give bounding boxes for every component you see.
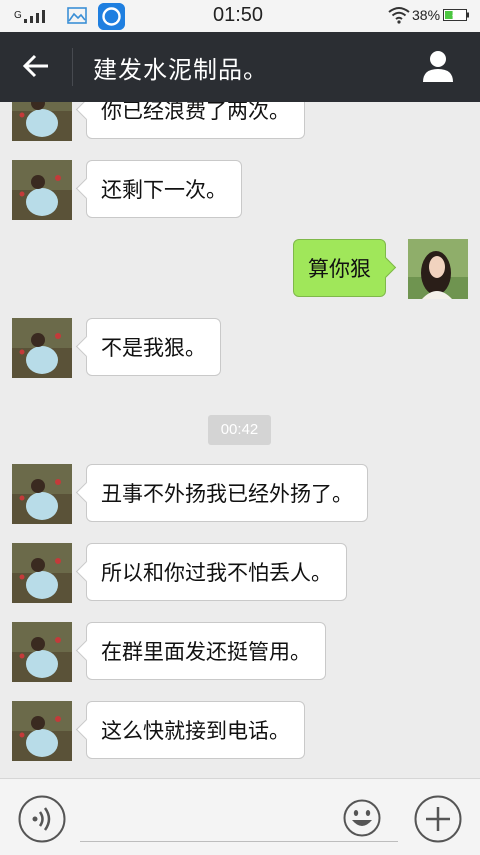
- battery-percent: 38%: [412, 7, 441, 23]
- contact-avatar[interactable]: [12, 543, 72, 603]
- plus-icon[interactable]: [414, 795, 462, 843]
- chat-title: 建发水泥制品。: [93, 56, 268, 84]
- app-notification-icon: [98, 3, 125, 30]
- message-bubble-incoming[interactable]: 在群里面发还挺管用。: [86, 622, 326, 680]
- my-avatar[interactable]: [408, 239, 468, 299]
- contact-avatar[interactable]: [12, 464, 72, 524]
- contact-avatar[interactable]: [12, 102, 72, 141]
- message-bubble-outgoing[interactable]: 算你狠: [293, 239, 386, 297]
- message-bubble-incoming[interactable]: 这么快就接到电话。: [86, 701, 305, 759]
- back-arrow-icon[interactable]: [22, 52, 50, 80]
- voice-icon[interactable]: [18, 795, 66, 843]
- wifi-icon: [388, 7, 410, 24]
- gallery-notification-icon: [67, 7, 87, 24]
- network-type-label: G: [14, 10, 22, 21]
- chat-header: 建发水泥制品。: [0, 32, 480, 102]
- message-timestamp: 00:42: [208, 415, 271, 445]
- contact-avatar[interactable]: [12, 622, 72, 682]
- status-bar: G 01:50 38%: [0, 0, 480, 32]
- message-bubble-incoming[interactable]: 所以和你过我不怕丢人。: [86, 543, 347, 601]
- contact-avatar[interactable]: [12, 701, 72, 761]
- message-bubble-incoming[interactable]: 不是我狠。: [86, 318, 221, 376]
- signal-bars-icon: [24, 10, 45, 23]
- contact-avatar[interactable]: [12, 160, 72, 220]
- profile-icon[interactable]: [420, 48, 456, 84]
- input-bar: [0, 778, 480, 855]
- emoji-icon[interactable]: [343, 799, 381, 837]
- status-time: 01:50: [213, 4, 264, 26]
- message-bubble-incoming[interactable]: 还剩下一次。: [86, 160, 242, 218]
- chat-area[interactable]: 你已经浪费了两次。 还剩下一次。 算你狠 不是我狠。 00:42 丑事不外扬我已…: [0, 102, 480, 778]
- battery-icon: [443, 9, 469, 21]
- message-input[interactable]: [80, 841, 398, 842]
- contact-avatar[interactable]: [12, 318, 72, 378]
- message-bubble-incoming[interactable]: 你已经浪费了两次。: [86, 102, 305, 139]
- header-divider: [72, 48, 73, 86]
- message-bubble-incoming[interactable]: 丑事不外扬我已经外扬了。: [86, 464, 368, 522]
